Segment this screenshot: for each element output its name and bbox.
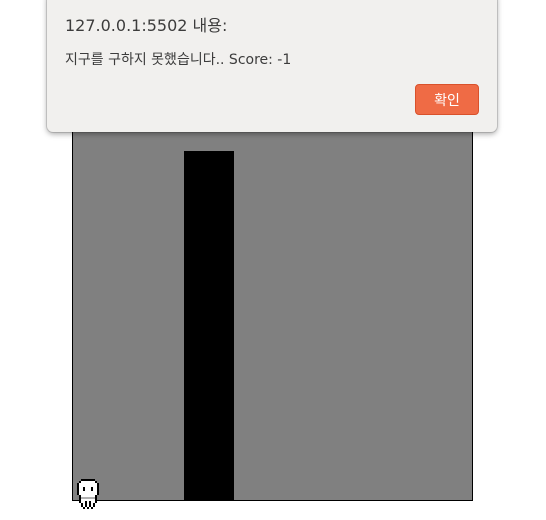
ok-button[interactable]: 확인 (415, 84, 479, 115)
alert-dialog: 127.0.0.1:5502 내용: 지구를 구하지 못했습니다.. Score… (47, 0, 497, 132)
alert-message: 지구를 구하지 못했습니다.. Score: -1 (65, 52, 292, 68)
game-canvas[interactable] (72, 124, 473, 501)
browser-viewport: 127.0.0.1:5502 내용: 지구를 구하지 못했습니다.. Score… (0, 0, 546, 520)
alert-title: 127.0.0.1:5502 내용: (65, 16, 228, 35)
pixel-ghost-icon (77, 479, 99, 509)
black-pillar (184, 151, 234, 501)
